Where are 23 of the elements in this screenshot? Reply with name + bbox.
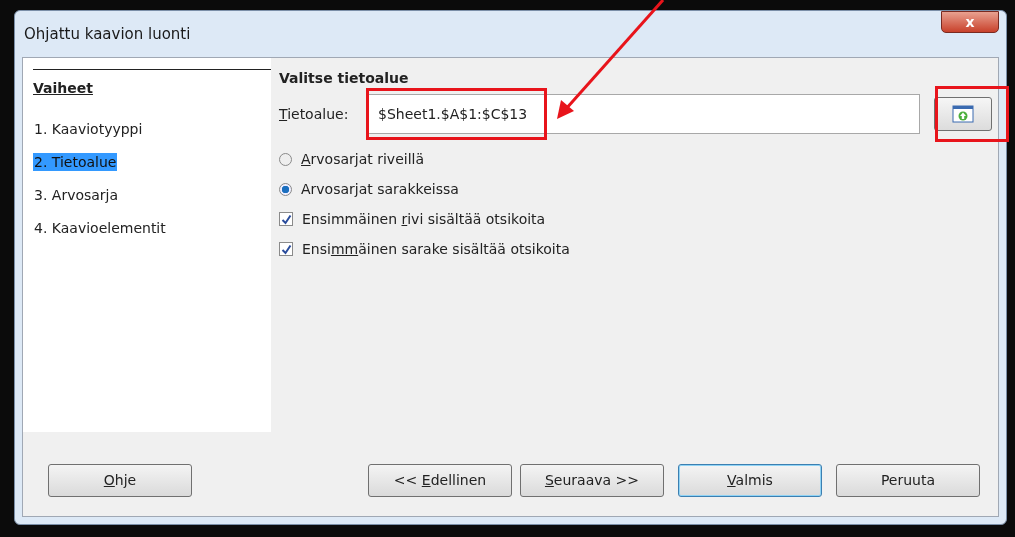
option-label: Ensimmäinen sarake sisältää otsikoita — [302, 241, 570, 257]
checkbox[interactable] — [279, 242, 293, 256]
dialog-button[interactable]: Ohje — [48, 463, 192, 497]
step-item[interactable]: 1. Kaaviotyyppi — [33, 120, 144, 138]
step-item[interactable]: 3. Arvosarja — [33, 186, 120, 204]
checkbox[interactable] — [279, 212, 293, 226]
radio-button[interactable] — [279, 182, 292, 196]
data-range-field[interactable]: $Sheet1.$A$1:$C$13 — [367, 94, 920, 134]
dialog-button[interactable]: Seuraava >> — [520, 463, 664, 497]
dialog-button[interactable]: Valmis — [678, 463, 822, 497]
option-label: Arvosarjat sarakkeissa — [301, 181, 459, 197]
step-item[interactable]: 4. Kaavioelementit — [33, 219, 167, 237]
option-label: Arvosarjat riveillä — [301, 151, 424, 167]
window-title: Ohjattu kaavion luonti — [23, 25, 191, 43]
dialog-button[interactable]: << Edellinen — [368, 463, 512, 497]
radio-button[interactable] — [279, 152, 292, 166]
step-item[interactable]: 2. Tietoalue — [33, 153, 118, 171]
option-label: Ensimmäinen rivi sisältää otsikoita — [302, 211, 546, 227]
steps-heading: Vaiheet — [33, 69, 271, 121]
shrink-button[interactable] — [934, 97, 992, 131]
dialog-button[interactable]: Peruuta — [836, 463, 980, 497]
field-label: Tietoalue: — [279, 106, 350, 122]
section-title: Valitse tietoalue — [279, 70, 410, 86]
